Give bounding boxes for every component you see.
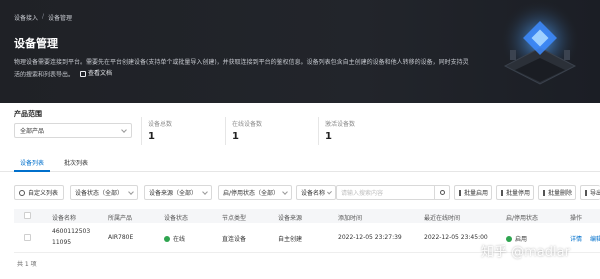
- header-illustration: [500, 0, 580, 85]
- device-status-filter-value: 设备状态（全部）: [75, 190, 124, 197]
- document-icon: [79, 70, 86, 77]
- device-name-line1[interactable]: 4600112503: [52, 228, 90, 235]
- enable-status-filter-value: 启/停用状态（全部）: [223, 190, 280, 197]
- column-header: 所属产品: [108, 215, 133, 222]
- added-time: 2022-12-05 23:27:39: [338, 234, 402, 241]
- tab-batch-list[interactable]: 批次列表: [64, 158, 88, 167]
- search-input[interactable]: 请输入搜索内容: [336, 185, 450, 200]
- column-header: 添加时间: [338, 215, 363, 222]
- column-header: 启/停用状态: [506, 215, 539, 222]
- search-field-value: 设备名称: [301, 190, 326, 197]
- export-icon: [585, 189, 587, 196]
- tab-bar: 设备列表 批次列表: [0, 152, 600, 172]
- batch-enable-label: 批量启用: [464, 190, 489, 197]
- search-placeholder: 请输入搜索内容: [341, 190, 384, 197]
- view-doc-link[interactable]: 查看文档: [79, 68, 112, 79]
- row-checkbox[interactable]: [24, 234, 31, 241]
- enable-status-filter[interactable]: 启/停用状态（全部）: [218, 185, 292, 200]
- custom-columns-label: 自定义列表: [28, 190, 59, 197]
- chevron-down-icon: [282, 188, 288, 195]
- watermark: 知乎 @madlar: [481, 245, 570, 260]
- batch-disable-button[interactable]: 批量停用: [496, 185, 534, 200]
- total-count: 共 1 项: [17, 261, 37, 268]
- batch-enable-button[interactable]: 批量启用: [454, 185, 492, 200]
- chevron-down-icon: [128, 188, 134, 195]
- device-source-filter-value: 设备来源（全部）: [149, 190, 198, 197]
- column-header: 最近在线时间: [424, 215, 461, 222]
- page-title: 设备管理: [14, 37, 58, 50]
- stat-label: 在线设备数: [232, 121, 263, 128]
- details-link[interactable]: 详情: [570, 234, 582, 243]
- product-select[interactable]: 全部产品: [14, 123, 132, 138]
- stat-value: 1: [325, 131, 332, 142]
- custom-columns-button[interactable]: 自定义列表: [14, 185, 64, 200]
- stat-total-devices: 设备总数 1: [141, 117, 172, 145]
- device-status-filter[interactable]: 设备状态（全部）: [70, 185, 138, 200]
- batch-delete-label: 批量删除: [548, 190, 573, 197]
- node-type: 直连设备: [222, 236, 247, 243]
- breadcrumb-current: 设备管理: [48, 15, 73, 22]
- chevron-down-icon: [202, 188, 208, 195]
- export-button[interactable]: 导出: [580, 185, 600, 200]
- enable-icon: [459, 189, 461, 196]
- search-icon: [439, 190, 445, 195]
- column-header: 设备状态: [164, 215, 189, 222]
- tab-device-list[interactable]: 设备列表: [20, 158, 44, 167]
- product-select-value: 全部产品: [20, 128, 45, 135]
- column-header: 操作: [570, 215, 583, 222]
- edit-link[interactable]: 编辑: [590, 234, 600, 243]
- last-online-time: 2022-12-05 23:45:00: [424, 234, 488, 241]
- device-product: AIR780E: [108, 234, 134, 241]
- stat-value: 1: [232, 131, 239, 142]
- stat-value: 1: [148, 131, 155, 142]
- breadcrumb: 设备接入 / 设备管理: [14, 13, 72, 22]
- page-header-banner: 设备接入 / 设备管理 设备管理 物理设备需要连接到平台。需要先在平台创建设备(…: [0, 0, 600, 103]
- column-header: 设备名称: [52, 215, 77, 222]
- batch-disable-label: 批量停用: [506, 190, 531, 197]
- page-description: 物理设备需要连接到平台。需要先在平台创建设备(支持单个或批量导入创建)，并获取连…: [14, 57, 474, 81]
- device-status-label: 在线: [173, 236, 186, 243]
- device-source-filter[interactable]: 设备来源（全部）: [144, 185, 212, 200]
- export-label: 导出: [590, 190, 600, 197]
- breadcrumb-parent[interactable]: 设备接入: [14, 13, 38, 22]
- column-header: 设备来源: [278, 215, 303, 222]
- column-header: 节点类型: [222, 215, 247, 222]
- table-header: 设备名称 所属产品 设备状态 节点类型 设备来源 添加时间 最近在线时间 启/停…: [14, 209, 600, 223]
- select-all-checkbox[interactable]: [24, 212, 31, 219]
- stat-label: 设备总数: [148, 121, 173, 128]
- stat-online-devices: 在线设备数 1: [225, 117, 262, 145]
- breadcrumb-separator: /: [42, 13, 45, 20]
- device-source: 自主创建: [278, 236, 303, 243]
- gear-icon: [19, 189, 25, 196]
- product-scope-title: 产品范围: [14, 110, 42, 118]
- list-toolbar: 自定义列表 设备状态（全部） 设备来源（全部） 启/停用状态（全部） 设备名称 …: [0, 185, 600, 202]
- device-name-line2[interactable]: 11095: [52, 239, 71, 246]
- stat-label: 激活设备数: [325, 121, 356, 128]
- active-tab-indicator: [14, 170, 50, 172]
- search-button[interactable]: [434, 185, 449, 200]
- chevron-down-icon: [121, 126, 127, 133]
- disable-icon: [501, 189, 503, 196]
- device-status: 在线: [164, 234, 185, 243]
- chevron-down-icon: [327, 189, 332, 194]
- stat-activated-devices: 激活设备数 1: [318, 117, 355, 145]
- batch-delete-button[interactable]: 批量删除: [538, 185, 576, 200]
- search-field-select[interactable]: 设备名称: [296, 185, 336, 200]
- check-circle-icon: [164, 236, 170, 242]
- view-doc-label: 查看文档: [87, 70, 112, 77]
- trash-icon: [543, 189, 545, 196]
